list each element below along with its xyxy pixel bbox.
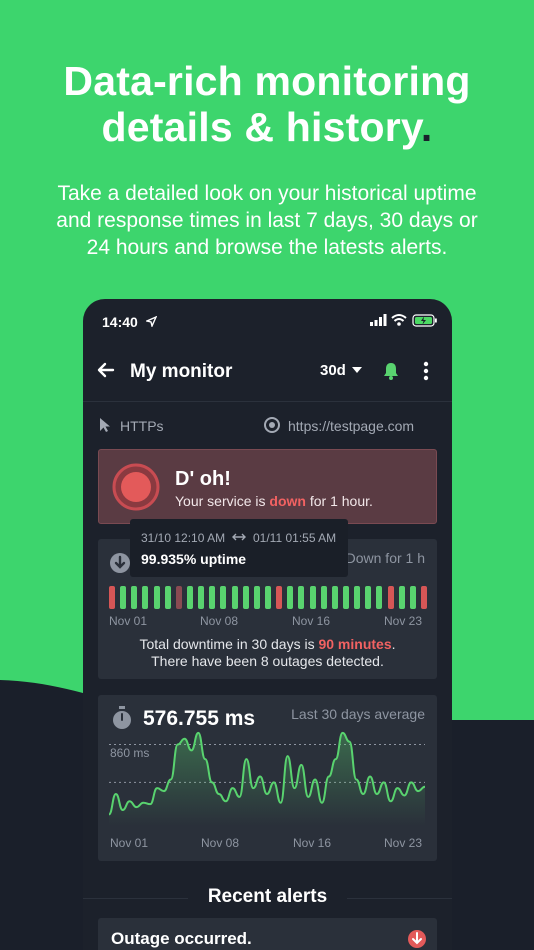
back-arrow-icon[interactable]	[95, 359, 117, 381]
response-xtick: Nov 08	[201, 836, 240, 850]
average-label: Last 30 days average	[291, 706, 425, 722]
chevron-down-icon[interactable]	[351, 366, 363, 374]
uptime-bar-up[interactable]	[354, 586, 361, 609]
uptime-bar-down[interactable]	[387, 586, 394, 609]
uptime-bar-up[interactable]	[265, 586, 271, 609]
alert-list-item[interactable]: Outage occurred.	[98, 918, 437, 950]
monitor-url[interactable]: https://testpage.com	[288, 418, 414, 434]
downtime-summary: Total downtime in 30 days is 90 minutes.…	[98, 636, 437, 670]
tooltip-start: 31/10 12:10 AM	[141, 531, 226, 545]
summary-value: 90 minutes	[318, 636, 392, 652]
status-time: 14:40	[102, 314, 138, 330]
recent-alerts-title: Recent alerts	[207, 886, 328, 907]
cursor-icon	[100, 418, 110, 432]
response-time-card: 576.755 ms Last 30 days average 860 ms N…	[98, 695, 437, 861]
uptime-bar-up[interactable]	[320, 586, 327, 609]
status-icons	[370, 313, 438, 332]
range-selector[interactable]: 30d	[320, 362, 346, 379]
response-chart	[108, 731, 426, 826]
status-bar: 14:40	[83, 299, 452, 345]
alert-item-title: Outage occurred.	[111, 929, 252, 948]
uptime-bar-up[interactable]	[231, 586, 238, 609]
alert-message: Your service is down for 1 hour.	[175, 493, 373, 509]
battery-icon	[412, 314, 437, 327]
uptime-bar-up[interactable]	[253, 586, 260, 609]
response-xtick: Nov 23	[384, 836, 423, 850]
headline: Data-rich monitoring details & history.	[0, 58, 534, 150]
subline-line3: 24 hours and browse the latests alerts.	[86, 236, 448, 259]
tooltip-uptime: 99.935% uptime	[141, 551, 247, 567]
uptime-bar-up[interactable]	[142, 586, 149, 609]
uptime-bar-up[interactable]	[187, 586, 193, 609]
app-bar: My monitor 30d	[83, 351, 452, 399]
app-bar-divider	[83, 401, 452, 402]
alert-message-pre: Your service is	[175, 493, 270, 509]
uptime-bar-up[interactable]	[242, 586, 249, 609]
uptime-tooltip: 31/10 12:10 AM 01/11 01:55 AM 99.935% up…	[130, 519, 348, 577]
stopwatch-icon	[113, 706, 131, 729]
location-arrow-icon	[146, 316, 157, 327]
phone-screen: 14:40 My monitor 30d HTTPs https://testp…	[83, 299, 452, 950]
more-vertical-icon[interactable]	[423, 361, 429, 381]
alert-title: D' oh!	[175, 468, 231, 490]
uptime-bar-up[interactable]	[153, 586, 160, 609]
uptime-bar-up[interactable]	[365, 586, 372, 609]
down-circle-icon	[408, 930, 426, 948]
subline-line2: and response times in last 7 days, 30 da…	[56, 209, 478, 232]
uptime-bar-up[interactable]	[409, 586, 416, 609]
uptime-bar-up[interactable]	[120, 586, 127, 609]
signal-icon	[370, 314, 387, 326]
status-down-icon	[112, 463, 160, 511]
wifi-icon	[391, 314, 407, 326]
subline: Take a detailed look on your historical …	[20, 180, 514, 261]
monitor-meta: HTTPs https://testpage.com	[83, 415, 452, 437]
uptime-bar-up[interactable]	[343, 586, 349, 609]
uptime-bar-up[interactable]	[220, 586, 227, 609]
headline-dot: .	[420, 104, 433, 150]
alert-message-status: down	[269, 493, 306, 509]
uptime-bar-up[interactable]	[209, 586, 216, 609]
headline-line2: details & history	[101, 104, 421, 150]
summary-line2: There have been 8 outages detected.	[151, 653, 384, 669]
uptime-bar-up[interactable]	[298, 586, 305, 609]
down-for-label: Down for 1 h	[345, 550, 425, 566]
uptime-bar-down[interactable]	[421, 586, 427, 609]
uptime-bar-down[interactable]	[109, 586, 115, 609]
uptime-xtick: Nov 23	[384, 614, 423, 628]
uptime-bar-up[interactable]	[331, 586, 338, 609]
uptime-bar-up[interactable]	[131, 586, 138, 609]
uptime-bar-up[interactable]	[164, 586, 171, 609]
down-alert-card: D' oh! Your service is down for 1 hour.	[98, 449, 437, 524]
target-icon	[264, 417, 280, 433]
subline-line1: Take a detailed look on your historical …	[57, 182, 477, 205]
uptime-bars	[109, 586, 427, 609]
response-xtick: Nov 16	[293, 836, 332, 850]
summary-post: .	[391, 636, 396, 652]
response-xtick: Nov 01	[110, 836, 149, 850]
uptime-bar-up[interactable]	[309, 586, 316, 609]
arrows-horizontal-icon	[232, 533, 246, 541]
monitor-protocol: HTTPs	[120, 418, 164, 434]
uptime-bar-up[interactable]	[198, 586, 205, 609]
down-arrow-circle-icon	[110, 553, 130, 573]
page-title: My monitor	[130, 361, 233, 382]
response-area	[109, 732, 425, 826]
uptime-xtick: Nov 08	[200, 614, 239, 628]
uptime-xtick: Nov 01	[109, 614, 148, 628]
tooltip-end: 01/11 01:55 AM	[253, 531, 337, 545]
alert-message-post: for 1 hour.	[305, 493, 373, 509]
uptime-bar-down[interactable]	[175, 586, 182, 609]
summary-pre: Total downtime in 30 days is	[139, 636, 319, 652]
uptime-bar-up[interactable]	[287, 586, 294, 609]
headline-line1: Data-rich monitoring	[63, 58, 471, 104]
average-response: 576.755 ms	[143, 707, 256, 730]
uptime-bar-up[interactable]	[376, 586, 383, 609]
uptime-bar-up[interactable]	[398, 586, 405, 609]
uptime-bar-down[interactable]	[276, 586, 283, 609]
uptime-xtick: Nov 16	[292, 614, 331, 628]
bell-icon[interactable]	[382, 361, 400, 381]
